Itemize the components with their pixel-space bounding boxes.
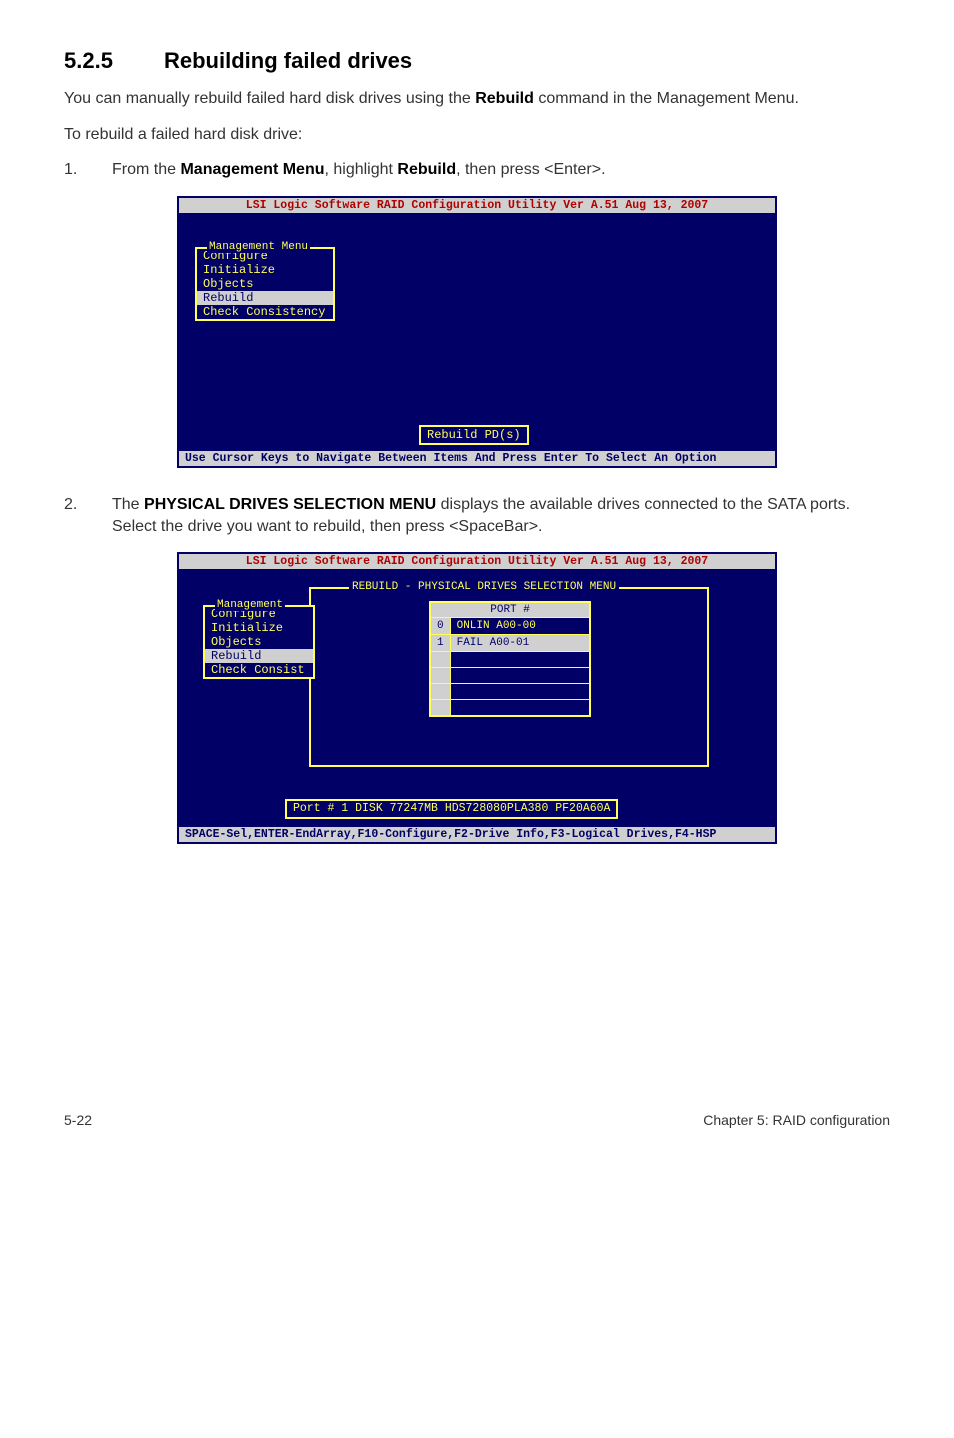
step-1-text-c: , highlight [324,161,397,178]
section-number: 5.2.5 [64,48,164,74]
footer-chapter: Chapter 5: RAID configuration [703,1112,890,1128]
bios2-port-row-0[interactable]: 0 ONLIN A00-00 [430,618,590,635]
bios2-port-0-idx: 0 [430,618,450,635]
bios1-status-bar: Use Cursor Keys to Navigate Between Item… [179,451,775,466]
step-2: 2. The PHYSICAL DRIVES SELECTION MENU di… [64,494,890,539]
bios2-port-header: PORT # [430,602,590,618]
intro-paragraph: You can manually rebuild failed hard dis… [64,88,890,110]
bios2-port-0-val: ONLIN A00-00 [450,618,590,635]
bios1-menu-check[interactable]: Check Consistency [197,305,333,319]
bios2-drive-info: Port # 1 DISK 77247MB HDS728080PLA380 PF… [285,799,618,819]
bios2-port-table: PORT # 0 ONLIN A00-00 1 FAIL A00-01 [429,601,591,717]
step-1: 1. From the Management Menu, highlight R… [64,159,890,181]
bios2-menu-objects[interactable]: Objects [205,635,313,649]
bios2-menu-initialize[interactable]: Initialize [205,621,313,635]
step-1-number: 1. [64,159,77,181]
page-footer: 5-22 Chapter 5: RAID configuration [64,1104,890,1128]
step-1-bold-menu: Management Menu [180,161,324,178]
intro-bold-rebuild: Rebuild [475,90,534,107]
bios2-menu-title: Management [215,599,285,611]
bios2-menu-rebuild[interactable]: Rebuild [205,649,313,663]
step-1-bold-rebuild: Rebuild [397,161,456,178]
footer-page-number: 5-22 [64,1112,92,1128]
instruction-lead: To rebuild a failed hard disk drive: [64,124,890,146]
bios2-port-1-val: FAIL A00-01 [450,635,590,652]
bios2-body: REBUILD - PHYSICAL DRIVES SELECTION MENU… [179,569,775,827]
step-1-text-e: , then press <Enter>. [456,161,605,178]
bios2-menu-check[interactable]: Check Consist [205,663,313,677]
bios-screenshot-2: LSI Logic Software RAID Configuration Ut… [177,552,777,844]
bios2-management-menu: Management Configure Initialize Objects … [203,605,315,679]
step-2-number: 2. [64,494,77,516]
intro-text-a: You can manually rebuild failed hard dis… [64,90,475,107]
bios2-section-label: REBUILD - PHYSICAL DRIVES SELECTION MENU [349,581,619,593]
bios2-port-row-1[interactable]: 1 FAIL A00-01 [430,635,590,652]
bios1-body: Management Menu Configure Initialize Obj… [179,213,775,451]
bios1-menu-initialize[interactable]: Initialize [197,263,333,277]
step-1-text-a: From the [112,161,180,178]
section-title: Rebuilding failed drives [164,48,412,73]
bios1-management-menu: Management Menu Configure Initialize Obj… [195,247,335,321]
bios1-title-bar: LSI Logic Software RAID Configuration Ut… [179,198,775,213]
intro-text-c: command in the Management Menu. [534,90,799,107]
step-2-bold-menu: PHYSICAL DRIVES SELECTION MENU [144,496,436,513]
bios-screenshot-1: LSI Logic Software RAID Configuration Ut… [177,196,777,468]
section-heading: 5.2.5Rebuilding failed drives [64,48,890,74]
bios1-hint-box: Rebuild PD(s) [419,425,529,445]
bios1-menu-title: Management Menu [207,241,310,253]
bios2-port-1-idx: 1 [430,635,450,652]
bios2-status-bar: SPACE-Sel,ENTER-EndArray,F10-Configure,F… [179,827,775,842]
bios2-title-bar: LSI Logic Software RAID Configuration Ut… [179,554,775,569]
bios1-menu-objects[interactable]: Objects [197,277,333,291]
bios1-menu-rebuild[interactable]: Rebuild [197,291,333,305]
step-2-text-a: The [112,496,144,513]
